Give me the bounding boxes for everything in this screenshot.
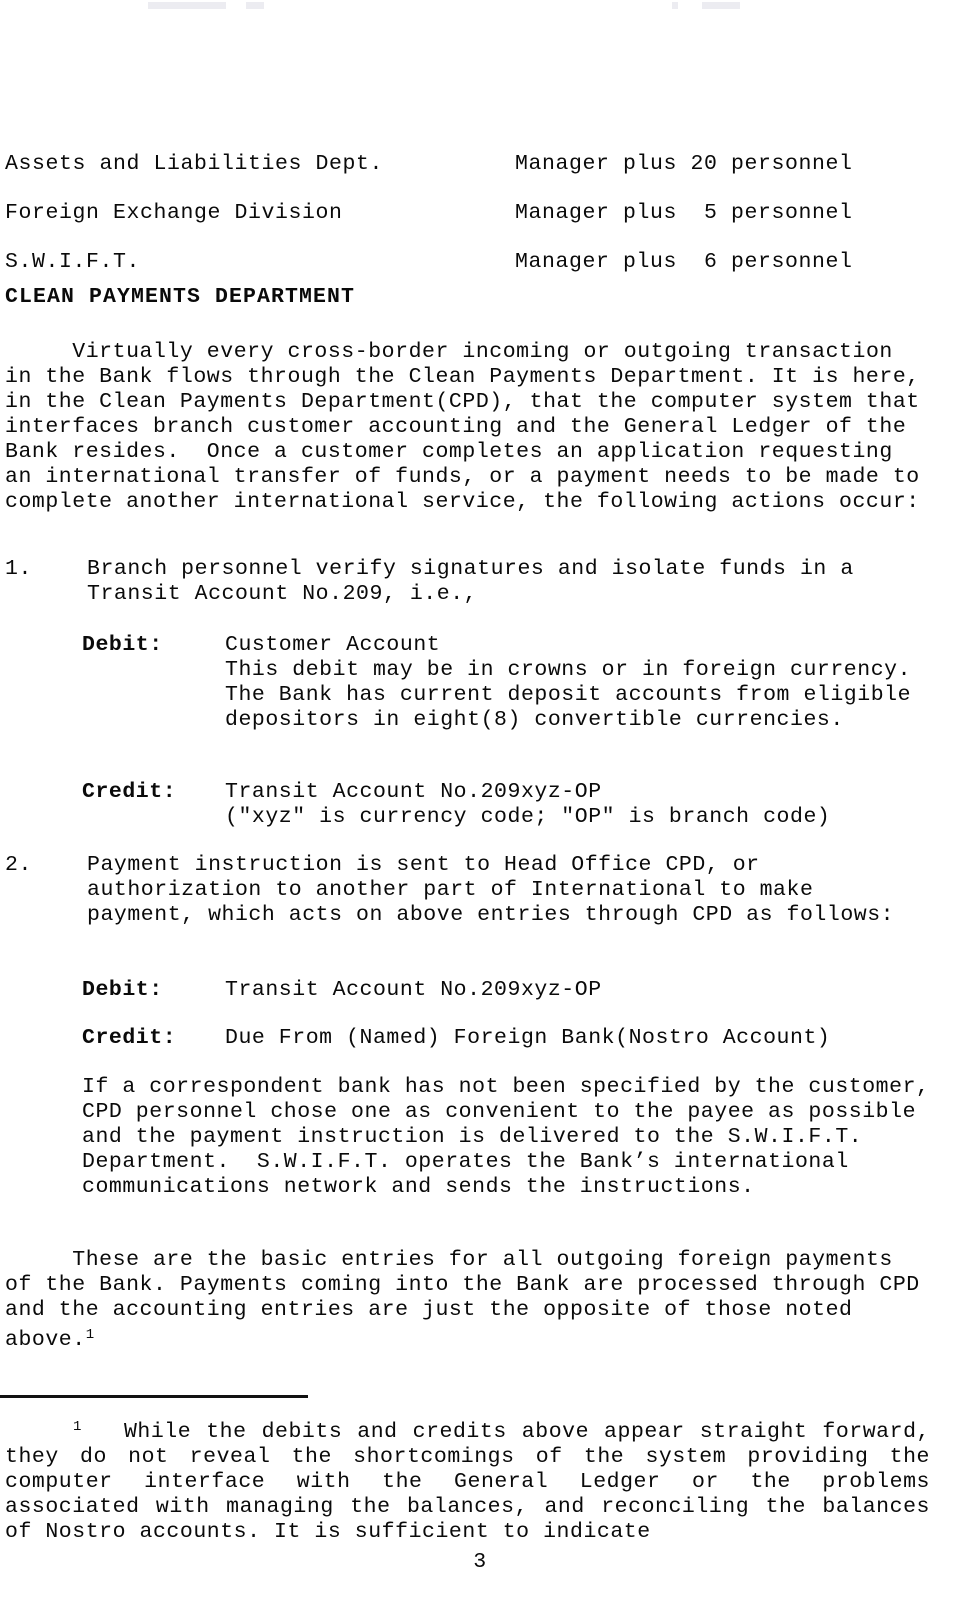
- entry-label: Credit:: [82, 780, 177, 804]
- department-name: S.W.I.F.T.: [5, 250, 141, 274]
- table-row: Foreign Exchange Division Manager plus 5…: [5, 189, 905, 238]
- list-item-text: Payment instruction is sent to Head Offi…: [87, 853, 895, 927]
- footnote-separator: [0, 1395, 308, 1398]
- entry-label: Debit:: [82, 633, 163, 657]
- department-staffing: Manager plus 6 personnel: [515, 250, 853, 274]
- department-name: Assets and Liabilities Dept.: [5, 152, 384, 176]
- entry-label: Debit:: [82, 978, 163, 1002]
- list-marker: 1.: [5, 557, 32, 581]
- list-item: 2. Payment instruction is sent to Head O…: [5, 853, 930, 928]
- scan-artifact: [246, 2, 264, 9]
- table-row: S.W.I.F.T. Manager plus 6 personnel: [5, 238, 905, 287]
- department-name: Foreign Exchange Division: [5, 201, 343, 225]
- entry-value: Customer Account This debit may be in cr…: [225, 633, 912, 732]
- entry-label: Credit:: [82, 1026, 177, 1050]
- ledger-entry: Debit: Transit Account No.209xyz-OP: [82, 978, 932, 1003]
- scan-artifact: [672, 2, 678, 9]
- footnote-reference: 1: [85, 1327, 95, 1343]
- correspondent-bank-paragraph: If a correspondent bank has not been spe…: [82, 1075, 943, 1199]
- scan-artifact: [702, 2, 740, 9]
- basic-entries-paragraph: These are the basic entries for all outg…: [5, 1248, 930, 1353]
- list-item-text: Branch personnel verify signatures and i…: [87, 557, 868, 606]
- department-staffing: Manager plus 20 personnel: [515, 152, 853, 176]
- section-heading: CLEAN PAYMENTS DEPARTMENT: [5, 285, 356, 309]
- footnote-text: While the debits and credits above appea…: [5, 1420, 930, 1544]
- department-staffing: Manager plus 5 personnel: [515, 201, 853, 225]
- entry-value: Due From (Named) Foreign Bank(Nostro Acc…: [225, 1026, 831, 1050]
- ledger-entry: Debit: Customer Account This debit may b…: [82, 633, 932, 733]
- footnote-marker: 1: [73, 1419, 82, 1435]
- document-page: Assets and Liabilities Dept. Manager plu…: [0, 0, 960, 1599]
- basic-entries-text: These are the basic entries for all outg…: [5, 1248, 934, 1352]
- intro-paragraph: Virtually every cross-border incoming or…: [5, 340, 934, 514]
- table-row: Assets and Liabilities Dept. Manager plu…: [5, 140, 905, 189]
- entry-value: Transit Account No.209xyz-OP ("xyz" is c…: [225, 780, 831, 829]
- list-item: 1. Branch personnel verify signatures an…: [5, 557, 930, 607]
- footnote: 1 While the debits and credits above appe…: [5, 1415, 930, 1545]
- ledger-entry: Credit: Transit Account No.209xyz-OP ("x…: [82, 780, 932, 830]
- list-marker: 2.: [5, 853, 32, 877]
- entry-value: Transit Account No.209xyz-OP: [225, 978, 602, 1002]
- ledger-entry: Credit: Due From (Named) Foreign Bank(No…: [82, 1026, 932, 1051]
- scan-artifact: [148, 2, 226, 9]
- page-number: 3: [473, 1550, 487, 1574]
- staffing-table: Assets and Liabilities Dept. Manager plu…: [5, 140, 905, 287]
